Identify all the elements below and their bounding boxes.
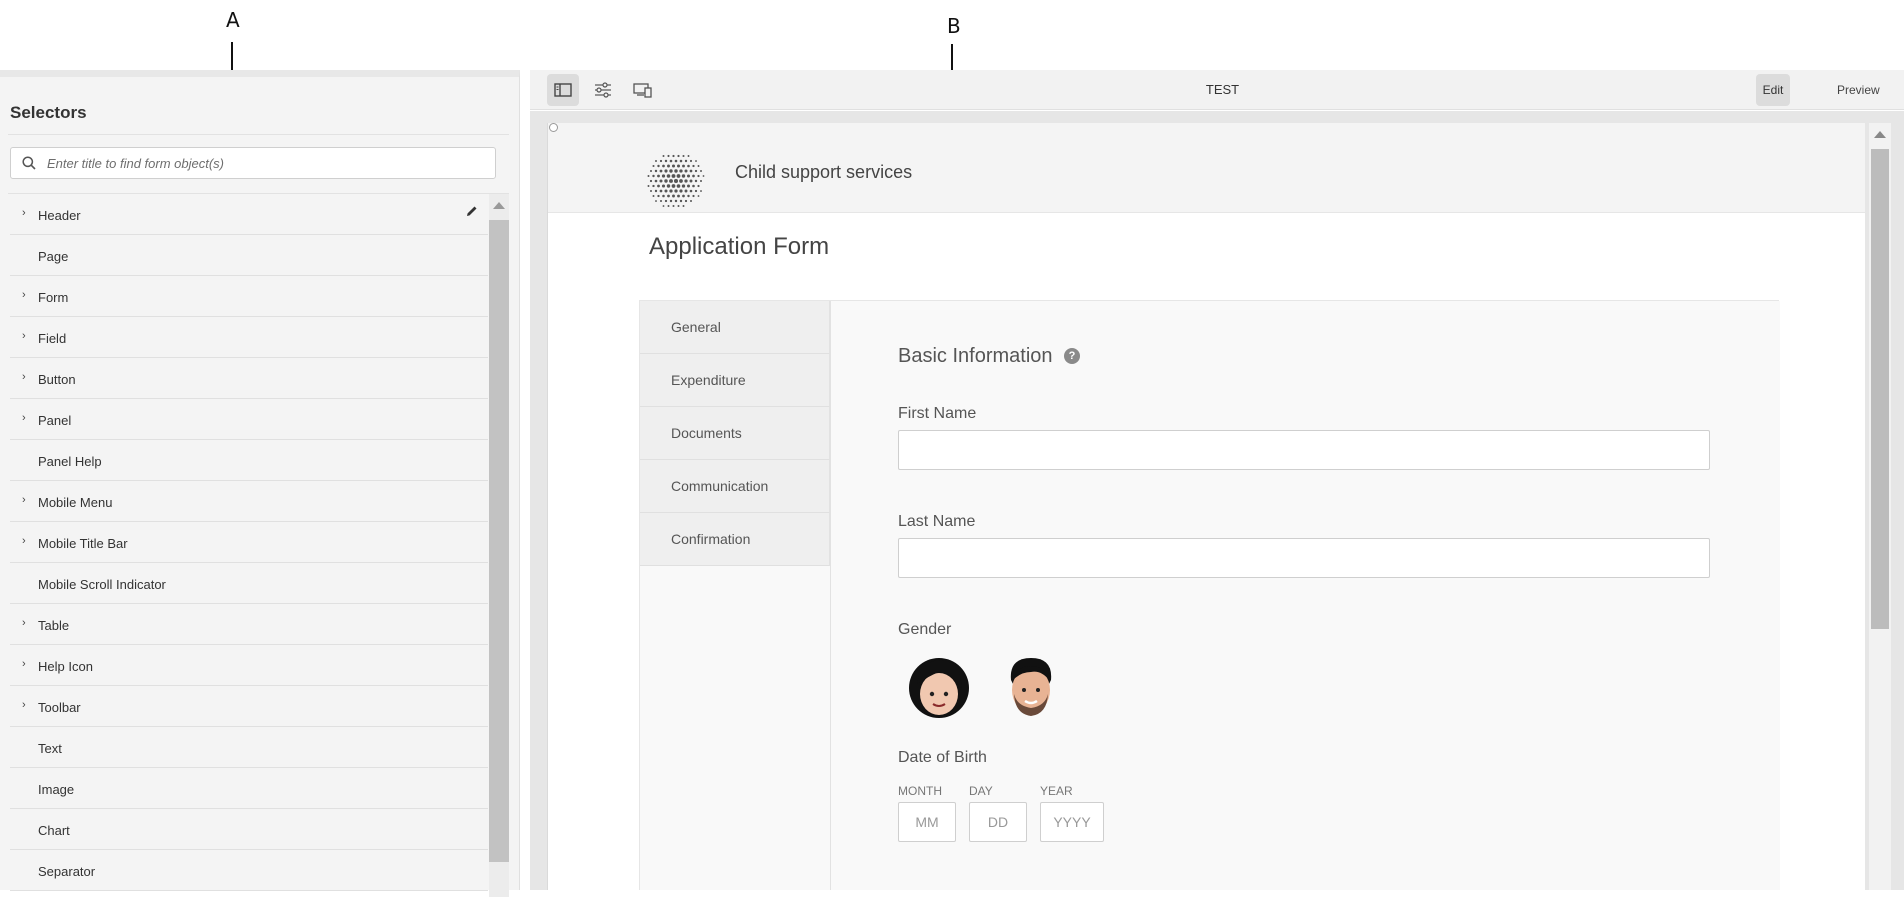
- editor-canvas-frame: Child support services Application Form …: [530, 111, 1904, 890]
- form-title: Application Form: [649, 233, 830, 260]
- chevron-right-icon[interactable]: ›: [22, 330, 26, 342]
- selector-item-label: Table: [38, 618, 70, 633]
- chevron-right-icon[interactable]: ›: [22, 412, 26, 424]
- callout-b: B: [947, 14, 961, 38]
- selector-item[interactable]: › Mobile Title Bar: [10, 522, 488, 563]
- scroll-up-arrow-icon[interactable]: [493, 202, 505, 209]
- search-input[interactable]: [47, 151, 487, 175]
- selector-item-label: Toolbar: [38, 700, 81, 715]
- selector-item[interactable]: › Mobile Menu: [10, 481, 488, 522]
- site-title: Child support services: [735, 162, 913, 182]
- divider: [8, 134, 509, 135]
- selector-item[interactable]: Image: [10, 768, 488, 809]
- last-name-label: Last Name: [898, 513, 976, 530]
- selector-item[interactable]: Panel Help: [10, 440, 488, 481]
- selector-item[interactable]: Separator: [10, 850, 488, 891]
- selector-item[interactable]: › Form: [10, 276, 488, 317]
- selector-item[interactable]: Mobile Scroll Indicator: [10, 563, 488, 604]
- selection-handle[interactable]: [549, 123, 558, 132]
- selector-item[interactable]: › Help Icon: [10, 645, 488, 686]
- selector-item[interactable]: › Field: [10, 317, 488, 358]
- selector-item-label: Button: [38, 372, 76, 387]
- canvas-scrollbar[interactable]: [1869, 123, 1891, 890]
- chevron-right-icon[interactable]: ›: [22, 494, 26, 506]
- selector-item-label: Panel: [38, 413, 72, 428]
- dob-day-caption: DAY: [969, 784, 993, 798]
- chevron-right-icon[interactable]: ›: [22, 289, 26, 301]
- chevron-right-icon[interactable]: ›: [22, 207, 26, 219]
- male-avatar-icon[interactable]: [1005, 654, 1057, 720]
- female-avatar-icon[interactable]: [907, 654, 971, 720]
- first-name-field[interactable]: [898, 430, 1710, 470]
- dob-year-caption: YEAR: [1040, 784, 1073, 798]
- chevron-right-icon[interactable]: ›: [22, 371, 26, 383]
- first-name-label: First Name: [898, 405, 977, 422]
- selectors-scrollbar[interactable]: [489, 194, 509, 897]
- tab-documents[interactable]: Documents: [640, 407, 830, 460]
- selectors-tree: › Header Page › Form › Field › Button › Panel Panel…: [10, 194, 488, 891]
- selectors-search[interactable]: [10, 147, 496, 179]
- selector-item-label: Mobile Title Bar: [38, 536, 128, 551]
- callout-a: A: [226, 8, 240, 32]
- dob-day-field[interactable]: [969, 802, 1027, 842]
- selector-item-label: Image: [38, 782, 75, 797]
- pencil-icon[interactable]: [466, 205, 478, 217]
- page-title: TEST: [1205, 82, 1240, 97]
- selector-item-label: Mobile Menu: [38, 495, 113, 510]
- preview-mode-button[interactable]: Preview: [1837, 74, 1880, 106]
- selector-item[interactable]: Chart: [10, 809, 488, 850]
- selector-item-label: Mobile Scroll Indicator: [38, 577, 166, 592]
- chevron-right-icon[interactable]: ›: [22, 535, 26, 547]
- form-canvas: Child support services Application Form …: [547, 123, 1865, 890]
- site-header[interactable]: Child support services: [548, 123, 1865, 213]
- scrollbar-thumb[interactable]: [1871, 149, 1889, 629]
- gender-label: Gender: [898, 621, 952, 638]
- selector-item-label: Form: [38, 290, 69, 305]
- selector-item-label: Panel Help: [38, 454, 102, 469]
- chevron-right-icon[interactable]: ›: [22, 699, 26, 711]
- selector-item[interactable]: › Button: [10, 358, 488, 399]
- selector-item[interactable]: › Toolbar: [10, 686, 488, 727]
- scroll-up-arrow-icon[interactable]: [1874, 131, 1886, 138]
- dob-month-caption: MONTH: [898, 784, 942, 798]
- selectors-title: Selectors: [10, 103, 87, 122]
- selector-item-label: Separator: [38, 864, 96, 879]
- wizard-panel: General Expenditure Documents Communication…: [639, 300, 1780, 890]
- tab-expenditure[interactable]: Expenditure: [640, 354, 830, 407]
- selector-item[interactable]: › Table: [10, 604, 488, 645]
- logo-dots-icon: [647, 154, 705, 208]
- tab-communication[interactable]: Communication: [640, 460, 830, 513]
- selector-item[interactable]: Page: [10, 235, 488, 276]
- search-icon: [22, 156, 36, 170]
- selectors-panel: Selectors ›HeaderPage›Form›Field›Button›…: [0, 70, 520, 897]
- selector-item-label: Text: [38, 741, 62, 756]
- dob-year-field[interactable]: [1040, 802, 1104, 842]
- scrollbar-thumb[interactable]: [489, 220, 509, 862]
- selector-item-label: Header: [38, 208, 81, 223]
- selector-item[interactable]: › Header: [10, 194, 488, 235]
- help-icon[interactable]: ?: [1064, 348, 1080, 364]
- chevron-right-icon[interactable]: ›: [22, 658, 26, 670]
- callout-b-line: [951, 44, 953, 70]
- selector-item[interactable]: › Panel: [10, 399, 488, 440]
- wizard-tabs: General Expenditure Documents Communication…: [640, 301, 830, 566]
- tab-confirmation[interactable]: Confirmation: [640, 513, 830, 566]
- last-name-field[interactable]: [898, 538, 1710, 578]
- dob-month-field[interactable]: [898, 802, 956, 842]
- editor-toolbar: TEST Edit Preview: [530, 70, 1904, 110]
- dob-label: Date of Birth: [898, 749, 987, 766]
- selector-item[interactable]: Text: [10, 727, 488, 768]
- tab-general[interactable]: General: [640, 301, 830, 354]
- selector-item-label: Field: [38, 331, 67, 346]
- selector-item-label: Page: [38, 249, 69, 264]
- selector-item-label: Help Icon: [38, 659, 93, 674]
- edit-mode-button[interactable]: Edit: [1756, 74, 1790, 106]
- callout-a-line: [231, 42, 233, 70]
- chevron-right-icon[interactable]: ›: [22, 617, 26, 629]
- form-body: Basic Information ? First Name Last Name…: [830, 301, 1780, 890]
- section-title: Basic Information: [898, 345, 1053, 367]
- selector-item-label: Chart: [38, 823, 70, 838]
